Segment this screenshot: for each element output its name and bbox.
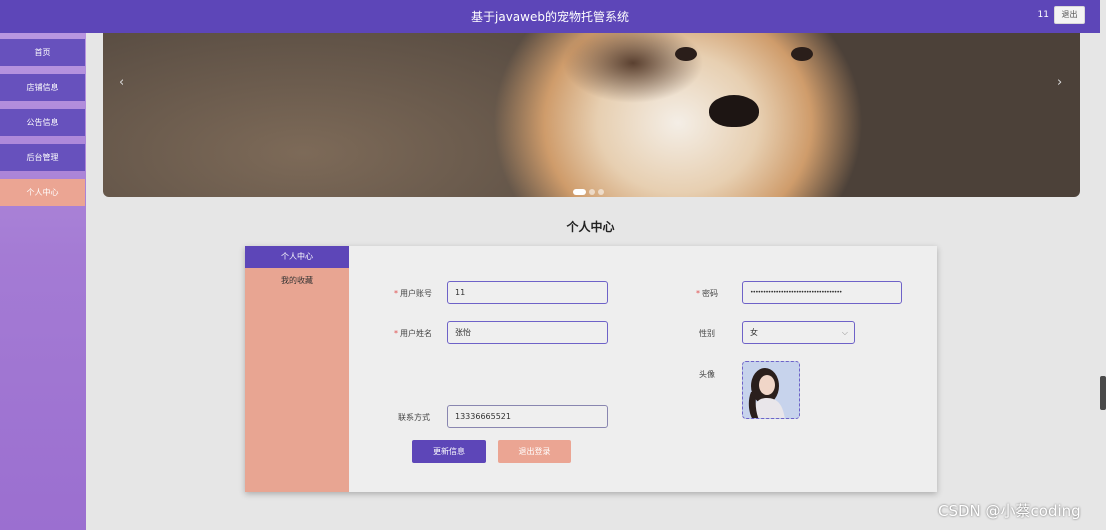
carousel-dot[interactable] (573, 189, 586, 195)
carousel-dot[interactable] (589, 189, 595, 195)
avatar-image (743, 362, 799, 418)
name-label: * 用户姓名 (394, 329, 432, 338)
name-field[interactable]: 张怡 (447, 321, 608, 344)
watermark: CSDN @小蔡coding (938, 502, 1081, 520)
password-field[interactable]: •••••••••••••••••••••••••••••••••••• (742, 281, 902, 304)
dog-eye (675, 47, 697, 61)
logout-account-button[interactable]: 退出登录 (498, 440, 571, 463)
carousel-indicators (573, 180, 607, 197)
app-title: 基于javaweb的宠物托管系统 (471, 10, 629, 24)
username-label: 11 (1037, 10, 1049, 20)
sidebar-item-home[interactable]: 首页 (0, 39, 85, 66)
sidebar: 首页 店铺信息 公告信息 后台管理 个人中心 (0, 33, 86, 530)
top-bar: 基于javaweb的宠物托管系统 11 退出 (0, 0, 1100, 33)
scrollbar-thumb[interactable] (1100, 376, 1106, 410)
tab-favorites[interactable]: 我的收藏 (245, 270, 349, 292)
dog-eye (791, 47, 813, 61)
dog-nose (709, 95, 759, 127)
chevron-right-icon[interactable]: › (1057, 75, 1062, 90)
account-label: * 用户账号 (394, 289, 432, 298)
account-field[interactable]: 11 (447, 281, 608, 304)
tab-profile[interactable]: 个人中心 (245, 246, 349, 268)
avatar-label: 头像 (699, 370, 715, 379)
logout-button[interactable]: 退出 (1054, 6, 1085, 24)
password-label: * 密码 (696, 289, 718, 298)
phone-label: 联系方式 (398, 413, 430, 422)
sidebar-item-profile[interactable]: 个人中心 (0, 179, 85, 206)
update-info-button[interactable]: 更新信息 (412, 440, 486, 463)
chevron-down-icon: ⌵ (841, 328, 848, 337)
profile-tab-panel: 个人中心 我的收藏 (245, 246, 349, 492)
sidebar-item-admin[interactable]: 后台管理 (0, 144, 85, 171)
carousel-dot[interactable] (598, 189, 604, 195)
avatar-upload[interactable] (742, 361, 800, 419)
page-title: 个人中心 (566, 220, 615, 234)
sidebar-item-announcements[interactable]: 公告信息 (0, 109, 85, 136)
chevron-left-icon[interactable]: ‹ (119, 75, 124, 90)
banner-carousel: ‹ › (103, 33, 1080, 197)
gender-label: 性别 (699, 329, 715, 338)
sidebar-item-store-info[interactable]: 店铺信息 (0, 74, 85, 101)
gender-select[interactable]: 女 ⌵ (742, 321, 855, 344)
phone-field[interactable]: 13336665521 (447, 405, 608, 428)
